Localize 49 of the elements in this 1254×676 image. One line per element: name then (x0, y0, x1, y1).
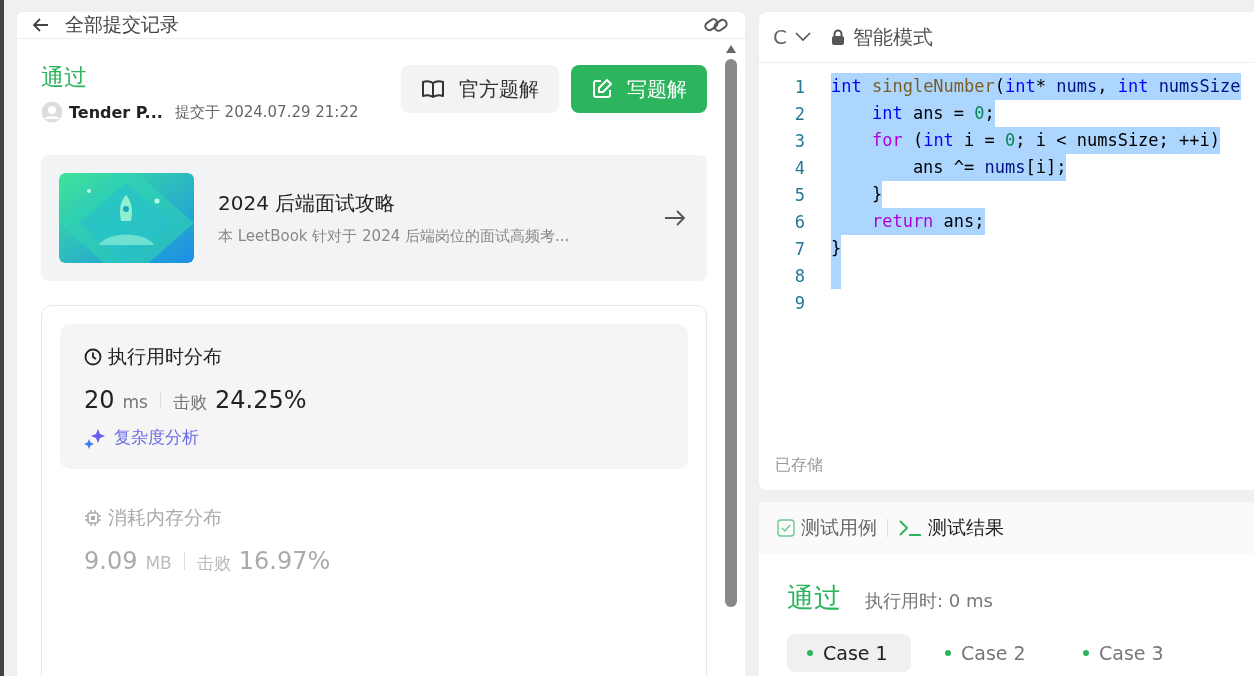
language-dropdown[interactable]: C (773, 25, 811, 49)
beat-label: 击败 (172, 391, 207, 414)
case-tab[interactable]: Case 1 (787, 634, 911, 672)
stat-unit: ms (122, 392, 148, 412)
book-icon (421, 79, 445, 99)
line-number: 3 (793, 130, 806, 151)
stat-title: 消耗内存分布 (108, 505, 222, 530)
author-name[interactable]: Tender P... (69, 102, 163, 122)
console-tab[interactable]: 测试结果 (898, 515, 1004, 541)
checkbox-icon (777, 519, 795, 537)
runtime-text: 执行用时: 0 ms (865, 589, 993, 613)
case-tab[interactable]: Case 2 (925, 634, 1049, 672)
saved-status: 已存储 (774, 455, 824, 476)
promo-title: 2024 后端面试攻略 (218, 190, 397, 217)
promo-description: 本 LeetBook 针对于 2024 后端岗位的面试高频考... (218, 227, 571, 246)
arrow-right-icon (663, 208, 687, 228)
chip-icon (84, 509, 102, 527)
scroll-up-icon[interactable] (726, 45, 736, 53)
line-number: 5 (793, 184, 806, 205)
status-text: 通过 (41, 63, 88, 92)
complexity-link[interactable]: 复杂度分析 (114, 426, 199, 449)
stat-value: 9.09 (84, 547, 138, 575)
edit-icon (591, 78, 613, 100)
line-number: 8 (793, 265, 806, 286)
lock-icon (830, 29, 845, 45)
stat-panel[interactable]: 执行用时分布 20 ms 击败 24.25% 复杂度分析 (60, 324, 688, 469)
line-number: 6 (793, 211, 806, 232)
line-number: 2 (793, 103, 806, 124)
beat-percent: 16.97% (238, 547, 331, 575)
line-number: 9 (793, 292, 806, 313)
stat-title: 执行用时分布 (108, 344, 222, 369)
submit-time: 提交于 2024.07.29 21:22 (174, 102, 359, 122)
line-number: 1 (793, 76, 806, 97)
beat-percent: 24.25% (214, 386, 307, 414)
line-number: 4 (793, 157, 806, 178)
case-tab[interactable]: Case 3 (1063, 634, 1187, 672)
page-title[interactable]: 全部提交记录 (65, 12, 689, 38)
promo-card[interactable]: 2024 后端面试攻略 本 LeetBook 针对于 2024 后端岗位的面试高频考... (41, 155, 707, 281)
result-status: 通过 (787, 581, 841, 615)
beat-label: 击败 (196, 552, 231, 575)
mode-label[interactable]: 智能模式 (852, 23, 933, 51)
stat-value: 20 (84, 386, 115, 414)
solution-button[interactable]: 官方题解 (401, 65, 559, 113)
chevron-down-icon (794, 32, 811, 42)
stat-unit: MB (145, 553, 172, 573)
console-tab[interactable]: 测试用例 (777, 515, 877, 541)
clock-icon (84, 348, 102, 366)
line-number: 7 (793, 238, 806, 259)
terminal-icon (898, 519, 922, 537)
